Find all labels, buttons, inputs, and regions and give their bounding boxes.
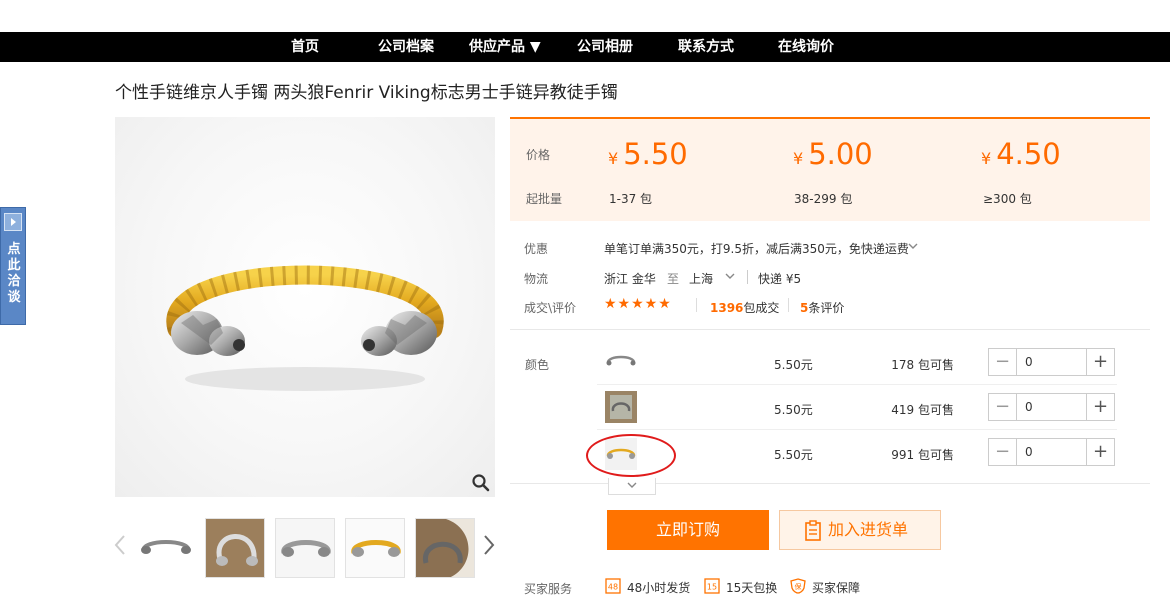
nav-products-dropdown[interactable]: 供应产品 ▼: [469, 32, 541, 62]
deals-count: 1396包成交: [710, 301, 780, 315]
bracelet-image: [166, 265, 444, 391]
thumbnail-bracelet-gold: [351, 540, 401, 557]
quantity-input[interactable]: [1018, 439, 1086, 465]
sku-bracelet-silver-image: [606, 355, 636, 366]
services-label: 买家服务: [524, 582, 573, 596]
row-divider: [597, 429, 1117, 430]
main-product-image[interactable]: [115, 117, 495, 497]
price-label: 价格: [526, 148, 551, 162]
sku-bracelet-packaged-image: [605, 391, 637, 423]
nav-contact[interactable]: 联系方式: [678, 32, 734, 62]
thumbnail-next-arrow-icon[interactable]: [481, 530, 497, 560]
48-hour-shipping-icon: 48: [605, 578, 621, 594]
expand-sku-button[interactable]: [608, 478, 656, 495]
deals-divider-2: [788, 298, 789, 312]
expand-arrow-icon: [4, 213, 22, 231]
buyer-protection-shield-icon: 保: [790, 578, 806, 594]
nav-online-inquiry[interactable]: 在线询价: [778, 32, 834, 62]
sku-stock-1: 178 包可售: [891, 358, 954, 372]
thumbnail-1[interactable]: [135, 518, 195, 578]
moq-tier-1: 1-37 包: [609, 192, 653, 206]
svg-text:15: 15: [707, 583, 717, 592]
nav-company-album[interactable]: 公司相册: [577, 32, 633, 62]
thumbnail-3[interactable]: [275, 518, 335, 578]
price-tier-1: ¥5.50: [608, 137, 688, 171]
sku-bottom-divider: [510, 483, 1150, 484]
chat-side-tab[interactable]: 点此洽谈: [0, 207, 26, 325]
thumbnail-4[interactable]: [345, 518, 405, 578]
promo-expand-chevron-icon[interactable]: [908, 242, 918, 250]
shipping-from: 浙江 金华: [604, 272, 656, 286]
sku-stock-3: 991 包可售: [891, 448, 954, 462]
service-48h-shipping: 48小时发货: [627, 581, 691, 595]
svg-text:保: 保: [795, 582, 802, 591]
quantity-input[interactable]: [1018, 394, 1086, 420]
product-title: 个性手链维京人手镯 两头狼Fenrir Viking标志男士手链异教徒手镯: [115, 83, 618, 103]
sku-stock-2: 419 包可售: [891, 403, 954, 417]
zoom-magnifier-icon[interactable]: [471, 473, 491, 493]
rating-stars: ★★★★★: [604, 296, 672, 312]
quantity-stepper-3: − +: [988, 438, 1115, 466]
sku-price-2: 5.50元: [774, 403, 813, 417]
increment-button[interactable]: +: [1086, 349, 1114, 375]
nav-company-profile[interactable]: 公司档案: [378, 32, 434, 62]
svg-text:48: 48: [608, 583, 618, 592]
shipping-method: 快递 ¥5: [758, 272, 802, 286]
price-tier-2: ¥5.00: [793, 137, 873, 171]
destination-chevron-down-icon[interactable]: [725, 272, 735, 280]
increment-button[interactable]: +: [1086, 439, 1114, 465]
nav-home[interactable]: 首页: [291, 32, 319, 62]
add-to-cart-button[interactable]: 加入进货单: [779, 510, 941, 550]
shipping-destination-select[interactable]: 上海: [689, 270, 713, 287]
decrement-button[interactable]: −: [989, 349, 1017, 375]
sku-image-2[interactable]: [605, 391, 637, 423]
sku-price-1: 5.50元: [774, 358, 813, 372]
thumbnail-2[interactable]: [205, 518, 265, 578]
row-divider: [597, 384, 1117, 385]
decrement-button[interactable]: −: [989, 394, 1017, 420]
sku-image-1[interactable]: [605, 346, 637, 378]
shipping-divider: [747, 270, 748, 284]
increment-button[interactable]: +: [1086, 394, 1114, 420]
service-15d-exchange: 15天包换: [726, 581, 778, 595]
sku-price-3: 5.50元: [774, 448, 813, 462]
decrement-button[interactable]: −: [989, 439, 1017, 465]
deals-label: 成交\评价: [524, 301, 577, 315]
shipping-to-word: 至: [667, 272, 680, 286]
thumbnail-prev-arrow-icon[interactable]: [112, 530, 128, 560]
buy-now-button[interactable]: 立即订购: [607, 510, 769, 550]
top-nav-bar: 首页 公司档案 供应产品 ▼ 公司相册 联系方式 在线询价: [0, 32, 1170, 62]
reviews-link[interactable]: 5条评价: [800, 299, 844, 316]
thumbnail-bracelet-shell: [416, 519, 474, 577]
quantity-stepper-2: − +: [988, 393, 1115, 421]
thumbnail-5[interactable]: [415, 518, 475, 578]
deals-divider-1: [696, 298, 697, 312]
service-buyer-protection: 买家保障: [812, 581, 861, 595]
price-panel: 价格 起批量 ¥5.50 ¥5.00 ¥4.50 1-37 包 38-299 包…: [510, 117, 1150, 221]
thumbnail-bracelet-wood: [206, 519, 264, 577]
moq-tier-2: 38-299 包: [794, 192, 853, 206]
add-to-cart-label: 加入进货单: [828, 520, 909, 539]
price-tier-3: ¥4.50: [981, 137, 1061, 171]
promo-label: 优惠: [524, 242, 549, 256]
highlight-circle-annotation: [586, 434, 676, 477]
15-day-exchange-icon: 15: [704, 578, 720, 594]
moq-label: 起批量: [526, 192, 563, 206]
chevron-down-icon: [627, 482, 637, 488]
thumbnail-bracelet-silver-2: [281, 540, 331, 557]
shipping-label: 物流: [524, 272, 549, 286]
chat-side-tab-label: 点此洽谈: [7, 242, 21, 305]
clipboard-icon: [805, 520, 821, 541]
thumbnail-bracelet-silver: [141, 540, 191, 554]
color-label: 颜色: [525, 358, 550, 372]
section-divider: [510, 329, 1150, 330]
moq-tier-3: ≥300 包: [983, 192, 1032, 206]
quantity-input[interactable]: [1018, 349, 1086, 375]
quantity-stepper-1: − +: [988, 348, 1115, 376]
promo-text: 单笔订单满350元，打9.5折，减后满350元，免快递运费: [604, 242, 909, 256]
